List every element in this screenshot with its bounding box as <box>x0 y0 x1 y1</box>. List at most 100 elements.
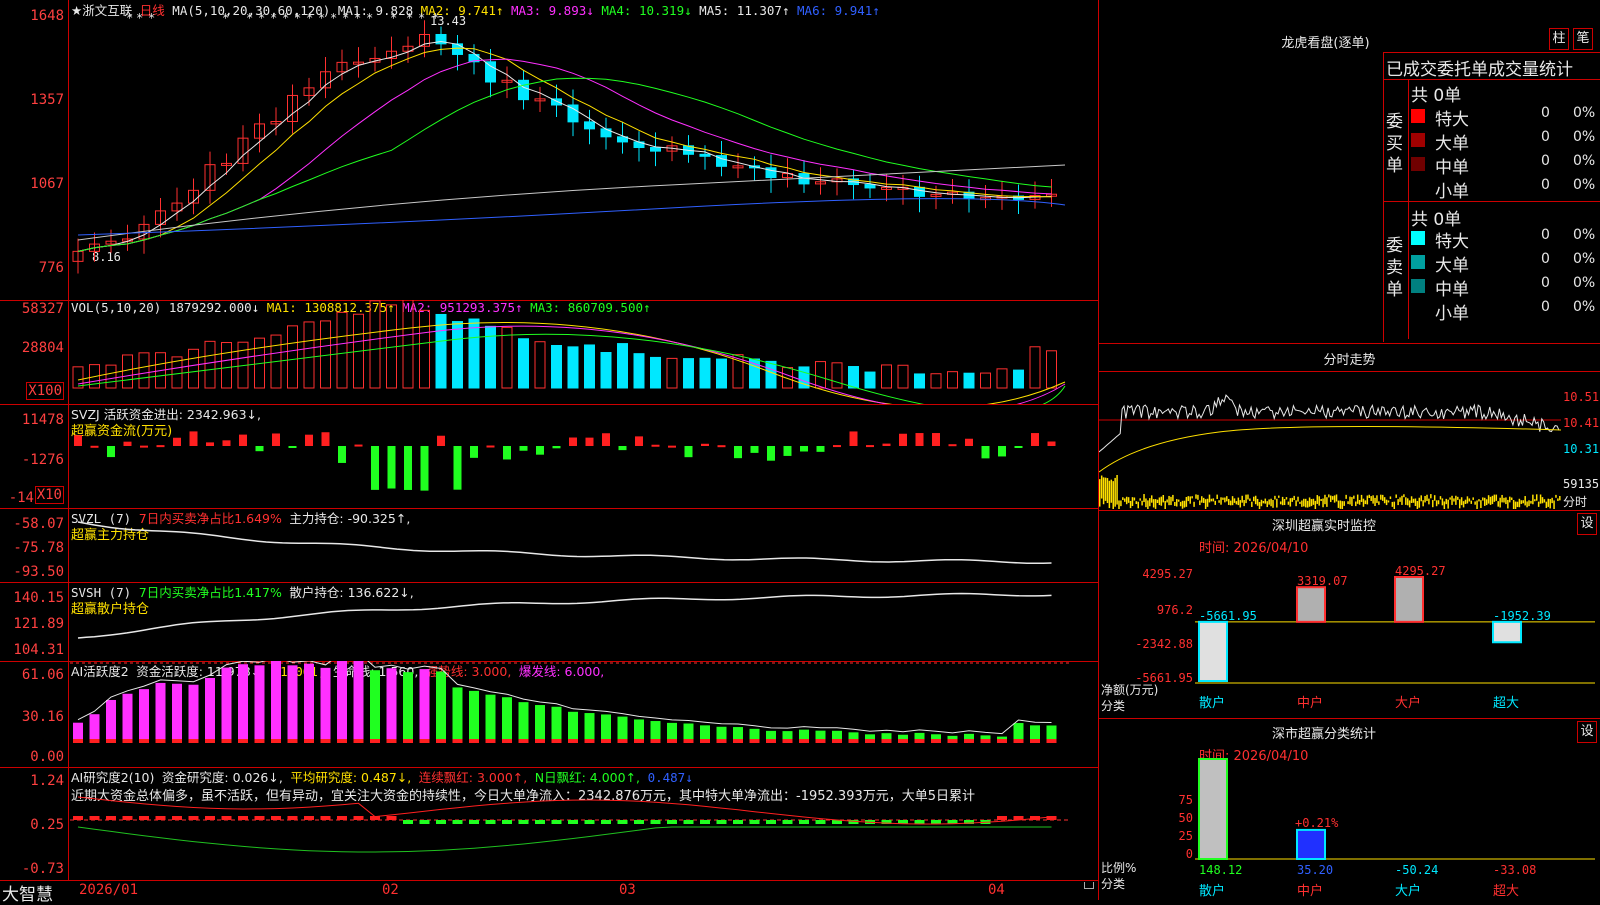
intraday-panel[interactable]: 分时走势 10.51 10.41 10.31 59135 分时 <box>1099 343 1600 511</box>
research-bar <box>155 816 166 820</box>
svsh-pane[interactable]: 140.15 121.89 104.31 SVSH (7) 7日内买卖净占比1.… <box>0 582 1098 662</box>
svzj-chart[interactable] <box>70 404 1098 508</box>
order-stat-row: 中单 0 0% <box>1411 275 1600 300</box>
activity-base <box>601 739 611 743</box>
intraday-vol-bar <box>1478 499 1480 502</box>
candlestick-chart[interactable]: * * * * * * * * * * * * * * * * * * * <box>70 0 1098 300</box>
svzl-pane[interactable]: -58.07 -75.78 -93.50 SVZL (7) 7日内买卖净占比1.… <box>0 508 1098 583</box>
intraday-vol-bar <box>1497 501 1499 507</box>
intraday-vol-bar <box>1135 501 1138 505</box>
activity-base <box>205 739 215 743</box>
ai-research-pane[interactable]: 1.24 0.25 -0.73 AI研究度2(10) 资金研究度: 0.026↓… <box>0 767 1098 881</box>
ai-active-pane[interactable]: 61.06 30.16 0.00 AI活跃度2 资金活跃度: 11.978↓, … <box>0 661 1098 768</box>
activity-base <box>1013 739 1024 743</box>
price-pane[interactable]: 1648 1357 1067 776 ★浙文互联 日线 MA(5,10,20,3… <box>0 0 1098 301</box>
ratio-value: 35.20 <box>1297 863 1333 877</box>
sz-class-tick: 25 <box>1178 829 1193 843</box>
intraday-vol-bar <box>1187 496 1190 502</box>
volume-axis: 58327 28804 X100 <box>0 300 69 404</box>
ai-active-tick: 30.16 <box>21 709 64 725</box>
activity-base <box>964 739 974 743</box>
ratio-annotation: +0.21% <box>1295 816 1339 830</box>
intraday-vol-bar <box>1345 494 1347 499</box>
flow-bar <box>90 445 99 448</box>
research-bar <box>73 816 83 820</box>
research-bar <box>700 820 710 824</box>
intraday-vol-bar <box>1547 498 1550 507</box>
research-bar <box>667 820 677 824</box>
activity-bar <box>271 661 281 743</box>
candle-body <box>914 186 925 197</box>
activity-base <box>733 739 743 743</box>
intraday-vol-bar <box>1177 499 1180 502</box>
activity-base <box>650 739 661 743</box>
intraday-vol-bar <box>1237 497 1240 506</box>
intraday-price-line <box>1099 394 1560 453</box>
ai-research-chart[interactable] <box>70 767 1098 880</box>
svsh-tick: 121.89 <box>13 616 64 632</box>
volume-bar <box>138 352 150 389</box>
intraday-vol-bar <box>1482 497 1484 501</box>
intraday-vol-bar <box>1239 500 1242 508</box>
volume-bar <box>72 366 84 389</box>
volume-chart[interactable] <box>70 300 1098 404</box>
marker-star: * <box>148 11 155 25</box>
intraday-vol-bar <box>1489 496 1492 505</box>
intraday-vol-bar <box>1376 495 1378 503</box>
intraday-vol-bar <box>1401 495 1403 505</box>
dragon-title: 龙虎看盘(逐单) <box>1281 36 1370 51</box>
price-axis: 1648 1357 1067 776 <box>0 0 69 300</box>
svzj-pane[interactable]: 11478 -1276 -14 X10 SVZJ 活跃资金进出: 2342.96… <box>0 404 1098 509</box>
intraday-vol-bar <box>1306 500 1309 508</box>
sz-monitor-settings-button[interactable]: 设 <box>1577 513 1597 535</box>
intraday-vol-bar <box>1322 498 1324 508</box>
intraday-vol-bar <box>1468 498 1471 502</box>
intraday-vol-bar <box>1289 498 1292 507</box>
ai-active-chart[interactable] <box>70 661 1098 767</box>
intraday-vol-bar <box>1353 495 1355 499</box>
intraday-vol-bar <box>1435 500 1438 507</box>
flow-bar <box>519 446 528 451</box>
research-bar <box>254 816 265 820</box>
intraday-vol-bar <box>1522 500 1524 504</box>
activity-base <box>683 739 694 743</box>
sz-monitor-chart[interactable]: -5661.95 散户 3319.07 中户 4295.27 大户 -1952.39 超大 <box>1195 547 1595 717</box>
category-label: 散户 <box>1199 883 1225 899</box>
activity-base <box>271 739 281 743</box>
sz-class-chart[interactable]: 148.12 散户 35.20 中户 -50.24 大户 -33.08 超大 +0.21% <box>1195 719 1595 899</box>
sz-monitor-cat-label: 分类 <box>1101 699 1126 713</box>
intraday-vol-bar <box>1278 495 1280 498</box>
size-swatch <box>1411 303 1425 317</box>
volume-pane[interactable]: 58327 28804 X100 VOL(5,10,20) 1879292.00… <box>0 300 1098 405</box>
intraday-chart[interactable] <box>1099 372 1561 509</box>
activity-bar <box>172 683 182 743</box>
lock-icon[interactable] <box>1084 882 1094 889</box>
intraday-vol-bar <box>1495 494 1498 501</box>
svsh-tick: 104.31 <box>13 642 64 658</box>
ai-active-axis: 61.06 30.16 0.00 <box>0 661 69 767</box>
svzl-chart[interactable] <box>70 508 1098 582</box>
price-tick: 1648 <box>30 8 64 24</box>
tick-mode-button[interactable]: 笔 <box>1573 28 1593 50</box>
order-pct: 0% <box>1573 275 1596 291</box>
volume-bar <box>1013 369 1024 389</box>
intraday-vol-bar <box>1162 494 1165 503</box>
brand-logo[interactable]: 大智慧 <box>2 880 53 905</box>
intraday-vol-bar <box>1549 498 1551 509</box>
intraday-vol-bar <box>1362 498 1365 507</box>
activity-base <box>749 739 760 743</box>
intraday-vol-bar <box>1245 494 1247 504</box>
research-bar <box>1046 816 1057 820</box>
intraday-vol-bar <box>1364 500 1367 505</box>
bar-mode-button[interactable]: 柱 <box>1549 28 1569 50</box>
intraday-vol-bar <box>1174 501 1176 506</box>
svsh-chart[interactable] <box>70 582 1098 661</box>
ratio-value: -33.08 <box>1493 863 1536 877</box>
order-stat-row: 中单 0 0% <box>1411 153 1600 178</box>
candle-body <box>864 184 876 189</box>
activity-bar <box>386 668 397 743</box>
category-label: 散户 <box>1199 695 1225 711</box>
intraday-vol-bar <box>1557 498 1559 501</box>
intraday-vol-bar <box>1447 499 1449 509</box>
flow-bar <box>206 442 214 446</box>
